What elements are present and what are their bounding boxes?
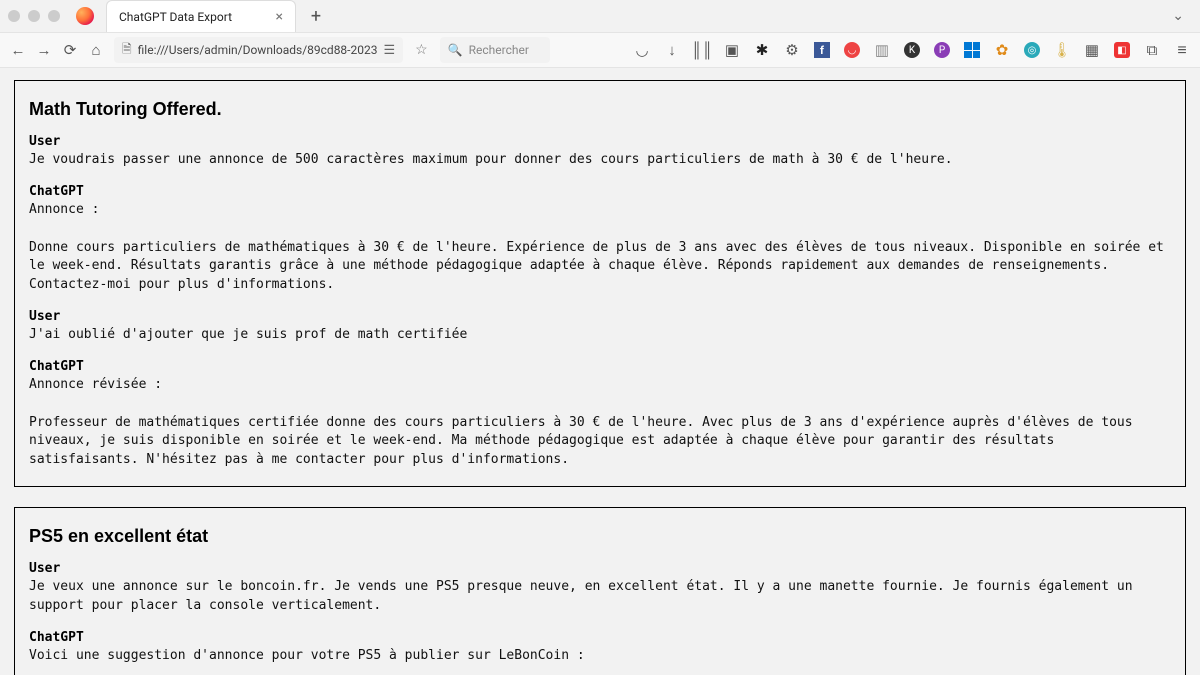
- traffic-zoom[interactable]: [48, 10, 60, 22]
- tabs-dropdown-icon[interactable]: ⌄: [1172, 8, 1184, 24]
- message-text: Je veux une annonce sur le boncoin.fr. J…: [29, 578, 1171, 616]
- address-bar[interactable]: 🗎 file:///Users/admin/Downloads/89cd88-2…: [114, 37, 403, 63]
- url-text: file:///Users/admin/Downloads/89cd88-202…: [138, 43, 378, 57]
- close-tab-icon[interactable]: ×: [276, 9, 283, 25]
- firefox-icon: [76, 7, 94, 25]
- screenshot-icon[interactable]: ◧: [1114, 42, 1130, 58]
- extensions-icon[interactable]: ⧉: [1144, 42, 1160, 58]
- settings-gear-icon[interactable]: ⚙: [784, 42, 800, 58]
- role-label-assistant: ChatGPT: [29, 184, 1171, 199]
- role-label-user: User: [29, 134, 1171, 149]
- facebook-icon[interactable]: f: [814, 42, 830, 58]
- window-traffic-lights: [8, 10, 60, 22]
- flower-icon[interactable]: ✿: [994, 42, 1010, 58]
- search-box[interactable]: 🔍 Rechercher: [440, 37, 550, 63]
- traffic-minimize[interactable]: [28, 10, 40, 22]
- downloads-icon[interactable]: ↓: [664, 42, 680, 58]
- role-label-user: User: [29, 561, 1171, 576]
- file-scheme-icon: 🗎: [122, 40, 132, 61]
- reload-button[interactable]: ⟳: [62, 42, 78, 58]
- books-icon[interactable]: ▥: [874, 42, 890, 58]
- conversation-title: PS5 en excellent état: [29, 526, 1171, 547]
- grid-ext-icon[interactable]: ▦: [1084, 42, 1100, 58]
- forward-button[interactable]: →: [36, 42, 52, 58]
- role-label-assistant: ChatGPT: [29, 359, 1171, 374]
- message-text: Annonce : Donne cours particuliers de ma…: [29, 201, 1171, 295]
- conversation-block: PS5 en excellent état User Je veux une a…: [14, 507, 1186, 675]
- evernote-icon[interactable]: ✱: [754, 42, 770, 58]
- search-icon: 🔍: [448, 43, 463, 57]
- pocket-red-icon[interactable]: ◡: [844, 42, 860, 58]
- library-icon[interactable]: ║║: [694, 42, 710, 58]
- ext-teal-icon[interactable]: ◎: [1024, 42, 1040, 58]
- page-content: Math Tutoring Offered. User Je voudrais …: [0, 68, 1200, 675]
- windows-icon[interactable]: [964, 42, 980, 58]
- sidebar-icon[interactable]: ▣: [724, 42, 740, 58]
- browser-tab-active[interactable]: ChatGPT Data Export ×: [106, 0, 296, 32]
- ext-k-icon[interactable]: K: [904, 42, 920, 58]
- app-menu-icon[interactable]: ≡: [1174, 42, 1190, 58]
- message-text: Voici une suggestion d'annonce pour votr…: [29, 647, 1171, 675]
- pocket-icon[interactable]: ◡: [634, 42, 650, 58]
- browser-toolbar: ← → ⟳ ⌂ 🗎 file:///Users/admin/Downloads/…: [0, 32, 1200, 68]
- ext-p-icon[interactable]: P: [934, 42, 950, 58]
- new-tab-button[interactable]: +: [302, 2, 330, 30]
- message-text: Annonce révisée : Professeur de mathémat…: [29, 376, 1171, 470]
- home-button[interactable]: ⌂: [88, 42, 104, 58]
- conversation-block: Math Tutoring Offered. User Je voudrais …: [14, 80, 1186, 487]
- bookmark-star-icon[interactable]: ☆: [415, 42, 428, 58]
- traffic-close[interactable]: [8, 10, 20, 22]
- tab-title: ChatGPT Data Export: [119, 10, 266, 24]
- toolbar-right-icons: ◡ ↓ ║║ ▣ ✱ ⚙ f ◡ ▥ K P ✿ ◎ 🌡 ▦ ◧ ⧉ ≡: [634, 42, 1190, 58]
- role-label-assistant: ChatGPT: [29, 630, 1171, 645]
- window-titlebar: ChatGPT Data Export × + ⌄: [0, 0, 1200, 32]
- message-text: Je voudrais passer une annonce de 500 ca…: [29, 151, 1171, 170]
- role-label-user: User: [29, 309, 1171, 324]
- back-button[interactable]: ←: [10, 42, 26, 58]
- thermometer-icon[interactable]: 🌡: [1054, 42, 1070, 58]
- search-placeholder: Rechercher: [469, 43, 529, 57]
- conversation-title: Math Tutoring Offered.: [29, 99, 1171, 120]
- reader-mode-icon[interactable]: ☰: [383, 43, 395, 58]
- message-text: J'ai oublié d'ajouter que je suis prof d…: [29, 326, 1171, 345]
